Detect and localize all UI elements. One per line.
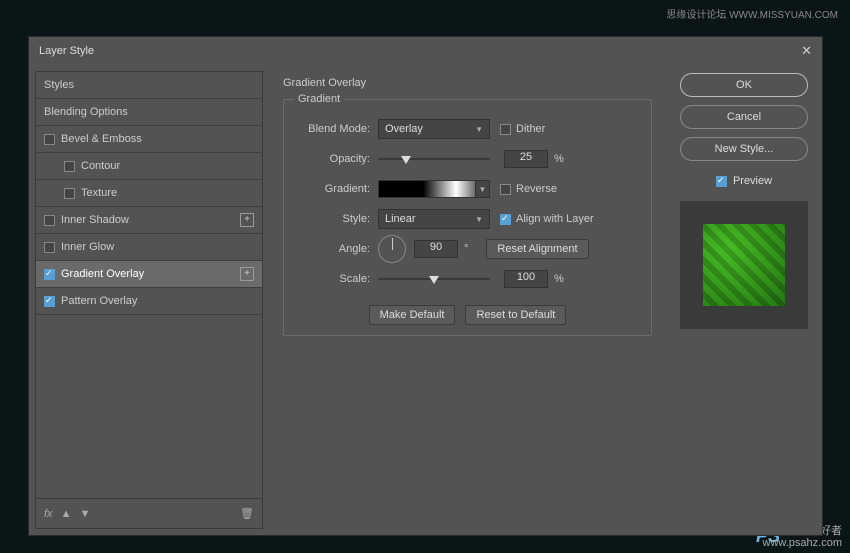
styles-sidebar: Styles Blending Options Bevel & Emboss C…	[35, 71, 263, 529]
gradient-label: Gradient:	[294, 183, 370, 195]
bevel-checkbox[interactable]	[44, 134, 55, 145]
scale-input[interactable]: 100	[504, 270, 548, 288]
gradient-overlay-row[interactable]: Gradient Overlay +	[36, 261, 262, 288]
pattern-overlay-label: Pattern Overlay	[61, 295, 137, 307]
preview-thumbnail	[703, 224, 785, 306]
inner-glow-label: Inner Glow	[61, 241, 114, 253]
blend-mode-value: Overlay	[385, 123, 423, 135]
angle-unit: °	[464, 243, 468, 255]
fx-icon[interactable]: fx	[44, 508, 53, 520]
trash-icon[interactable]: 🗑	[240, 507, 254, 520]
bevel-label: Bevel & Emboss	[61, 133, 142, 145]
arrow-up-icon[interactable]: ▲	[61, 508, 72, 520]
contour-checkbox[interactable]	[64, 161, 75, 172]
styles-header[interactable]: Styles	[36, 72, 262, 99]
layer-style-dialog: Layer Style ✕ Styles Blending Options Be…	[28, 36, 823, 536]
gradient-fieldset: Gradient Blend Mode: Overlay ▼ Dither Opa…	[283, 93, 652, 336]
reverse-checkbox[interactable]	[500, 184, 511, 195]
align-option[interactable]: Align with Layer	[500, 213, 594, 225]
watermark-top: 思缘设计论坛 WWW.MISSYUAN.COM	[666, 6, 838, 21]
dither-checkbox[interactable]	[500, 124, 511, 135]
reset-alignment-button[interactable]: Reset Alignment	[486, 239, 588, 259]
styles-footer: fx ▲ ▼ 🗑	[36, 498, 262, 528]
chevron-down-icon: ▼	[475, 215, 483, 224]
new-style-button[interactable]: New Style...	[680, 137, 808, 161]
inner-shadow-row[interactable]: Inner Shadow +	[36, 207, 262, 234]
ok-button[interactable]: OK	[680, 73, 808, 97]
inner-glow-row[interactable]: Inner Glow	[36, 234, 262, 261]
opacity-slider[interactable]	[378, 152, 490, 166]
reverse-option[interactable]: Reverse	[500, 183, 557, 195]
chevron-down-icon: ▼	[475, 181, 489, 197]
opacity-input[interactable]: 25	[504, 150, 548, 168]
reverse-label: Reverse	[516, 183, 557, 195]
blending-options-row[interactable]: Blending Options	[36, 99, 262, 126]
pattern-overlay-checkbox[interactable]	[44, 296, 55, 307]
scale-slider[interactable]	[378, 272, 490, 286]
preview-label: Preview	[733, 175, 772, 187]
dither-label: Dither	[516, 123, 545, 135]
style-value: Linear	[385, 213, 416, 225]
add-gradient-overlay-icon[interactable]: +	[240, 267, 254, 281]
scale-label: Scale:	[294, 273, 370, 285]
angle-label: Angle:	[294, 243, 370, 255]
inner-glow-checkbox[interactable]	[44, 242, 55, 253]
dialog-title: Layer Style	[39, 45, 94, 57]
style-label: Style:	[294, 213, 370, 225]
texture-row[interactable]: Texture	[36, 180, 262, 207]
angle-dial[interactable]	[378, 235, 406, 263]
action-panel: OK Cancel New Style... Preview	[672, 71, 816, 529]
gradient-overlay-label: Gradient Overlay	[61, 268, 144, 280]
titlebar: Layer Style ✕	[29, 37, 822, 65]
bevel-emboss-row[interactable]: Bevel & Emboss	[36, 126, 262, 153]
texture-checkbox[interactable]	[64, 188, 75, 199]
texture-label: Texture	[81, 187, 117, 199]
blend-mode-select[interactable]: Overlay ▼	[378, 119, 490, 139]
chevron-down-icon: ▼	[475, 125, 483, 134]
close-icon[interactable]: ✕	[801, 43, 812, 59]
contour-label: Contour	[81, 160, 120, 172]
opacity-label: Opacity:	[294, 153, 370, 165]
preview-option[interactable]: Preview	[716, 175, 772, 187]
settings-panel: Gradient Overlay Gradient Blend Mode: Ov…	[271, 71, 664, 529]
blend-mode-label: Blend Mode:	[294, 123, 370, 135]
preview-checkbox[interactable]	[716, 176, 727, 187]
align-checkbox[interactable]	[500, 214, 511, 225]
style-select[interactable]: Linear ▼	[378, 209, 490, 229]
scale-unit: %	[554, 273, 564, 285]
gradient-swatch[interactable]: ▼	[378, 180, 490, 198]
pattern-overlay-row[interactable]: Pattern Overlay	[36, 288, 262, 315]
contour-row[interactable]: Contour	[36, 153, 262, 180]
cancel-button[interactable]: Cancel	[680, 105, 808, 129]
styles-header-label: Styles	[44, 79, 74, 91]
arrow-down-icon[interactable]: ▼	[79, 508, 90, 520]
gradient-legend: Gradient	[294, 93, 344, 105]
blending-label: Blending Options	[44, 106, 128, 118]
angle-input[interactable]: 90	[414, 240, 458, 258]
preview-box	[680, 201, 808, 329]
reset-default-button[interactable]: Reset to Default	[465, 305, 566, 325]
section-title: Gradient Overlay	[283, 77, 652, 89]
make-default-button[interactable]: Make Default	[369, 305, 456, 325]
dither-option[interactable]: Dither	[500, 123, 545, 135]
align-label: Align with Layer	[516, 213, 594, 225]
gradient-overlay-checkbox[interactable]	[44, 269, 55, 280]
opacity-unit: %	[554, 153, 564, 165]
add-inner-shadow-icon[interactable]: +	[240, 213, 254, 227]
inner-shadow-label: Inner Shadow	[61, 214, 129, 226]
inner-shadow-checkbox[interactable]	[44, 215, 55, 226]
